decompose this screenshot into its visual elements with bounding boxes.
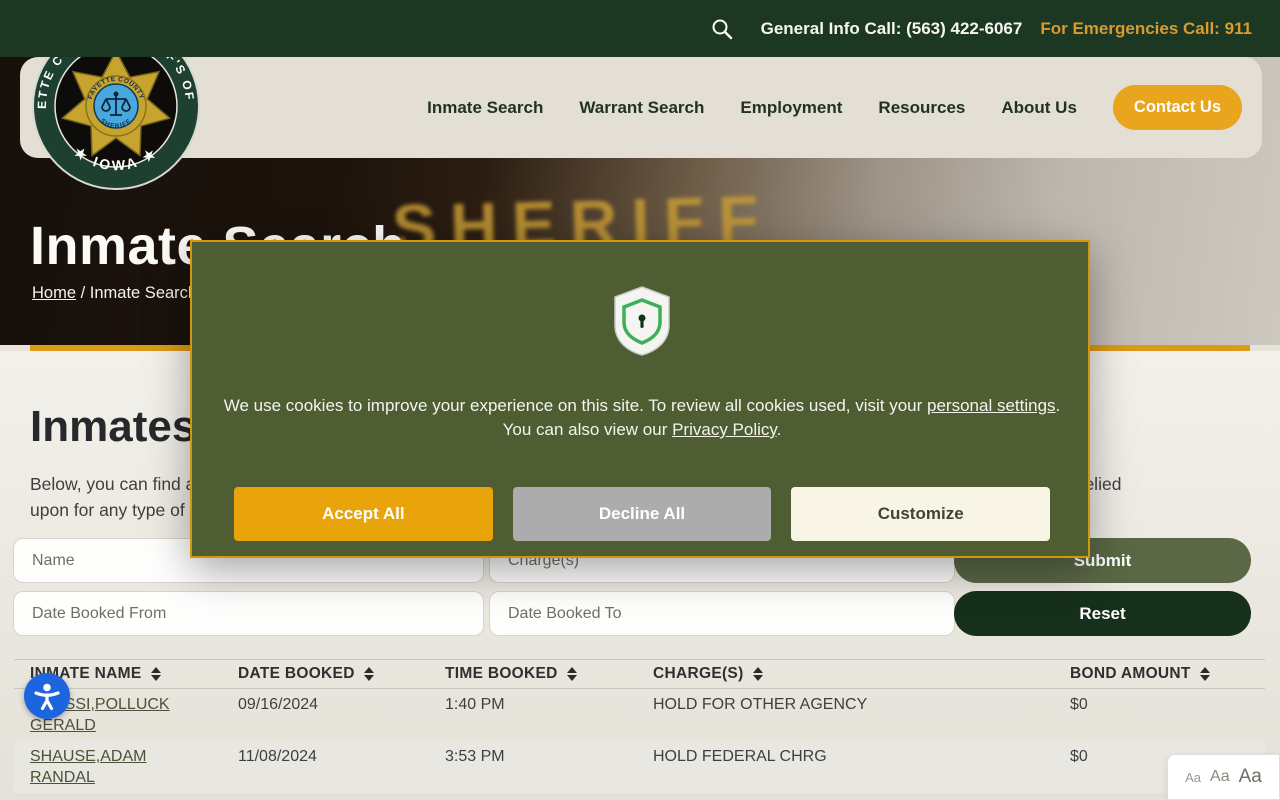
date-booked-cell: 11/08/2024 (222, 741, 429, 793)
sort-header-charges[interactable]: CHARGE(S) (653, 665, 763, 683)
time-booked-cell: 1:40 PM (429, 689, 637, 742)
decline-all-button[interactable]: Decline All (513, 487, 772, 541)
charges-cell: HOLD FOR OTHER AGENCY (637, 689, 1054, 742)
sort-icon (151, 667, 161, 681)
accessibility-widget-button[interactable] (24, 673, 70, 719)
breadcrumb: Home / Inmate Search (32, 284, 197, 303)
cookie-message: We use cookies to improve your experienc… (217, 394, 1067, 442)
font-size-widget: Aa Aa Aa (1167, 754, 1280, 800)
font-size-large-button[interactable]: Aa (1239, 766, 1262, 788)
sort-icon (1200, 667, 1210, 681)
nav-item-inmate-search[interactable]: Inmate Search (427, 98, 543, 118)
table-header-row: INMATE NAME DATE BOOKED TIME BOOKED CHAR… (14, 660, 1265, 689)
table-row: GRASSI,POLLUCK GERALD 09/16/2024 1:40 PM… (14, 689, 1265, 742)
nav-item-about-us[interactable]: About Us (1001, 98, 1077, 118)
inmates-heading: Inmates (30, 402, 196, 452)
accept-all-button[interactable]: Accept All (234, 487, 493, 541)
breadcrumb-current: Inmate Search (90, 284, 197, 302)
sort-header-bond-amount[interactable]: BOND AMOUNT (1070, 665, 1210, 683)
inmates-table: INMATE NAME DATE BOOKED TIME BOOKED CHAR… (14, 659, 1265, 800)
sort-header-time-booked[interactable]: TIME BOOKED (445, 665, 577, 683)
table-row: SHAUSE,ADAM RANDAL 11/08/2024 3:53 PM HO… (14, 741, 1265, 793)
date-booked-from-input[interactable] (13, 591, 484, 636)
breadcrumb-separator: / (76, 284, 90, 302)
charges-cell: HOLD FEDERAL CHRG (637, 741, 1054, 793)
nav-item-resources[interactable]: Resources (878, 98, 965, 118)
cookie-consent-modal: We use cookies to improve your experienc… (190, 240, 1090, 558)
sort-icon (364, 667, 374, 681)
customize-button[interactable]: Customize (791, 487, 1050, 541)
table-row: JORDAN,JOSH LEE 12/22/2024 5:42 PM POSS … (14, 793, 1265, 800)
nav-item-warrant-search[interactable]: Warrant Search (579, 98, 704, 118)
sort-icon (567, 667, 577, 681)
inmate-name-link[interactable]: SHAUSE,ADAM RANDAL (30, 748, 146, 786)
time-booked-cell: 3:53 PM (429, 741, 637, 793)
search-icon[interactable] (711, 17, 735, 41)
general-info-phone[interactable]: General Info Call: (563) 422-6067 (761, 19, 1023, 39)
main-navigation: Inmate Search Warrant Search Employment … (20, 57, 1262, 158)
date-booked-cell: 09/16/2024 (222, 689, 429, 742)
contact-us-button[interactable]: Contact Us (1113, 85, 1242, 130)
privacy-policy-link[interactable]: Privacy Policy (672, 420, 777, 439)
bond-amount-cell: $0 (1054, 689, 1265, 742)
nav-item-employment[interactable]: Employment (740, 98, 842, 118)
personal-settings-link[interactable]: personal settings (927, 396, 1056, 415)
privacy-shield-icon (609, 285, 675, 362)
time-booked-cell: 5:42 PM (429, 793, 637, 800)
breadcrumb-home-link[interactable]: Home (32, 284, 76, 302)
accessibility-person-icon (33, 682, 61, 710)
date-booked-cell: 12/22/2024 (222, 793, 429, 800)
reset-button[interactable]: Reset (954, 591, 1251, 636)
sort-icon (753, 667, 763, 681)
font-size-medium-button[interactable]: Aa (1210, 768, 1230, 786)
top-info-bar: General Info Call: (563) 422-6067 For Em… (0, 0, 1280, 57)
charges-cell: POSS CNTL SUBST-1,2,3RD (637, 793, 1054, 800)
sort-header-date-booked[interactable]: DATE BOOKED (238, 665, 374, 683)
emergency-phone: For Emergencies Call: 911 (1040, 19, 1252, 39)
cookie-buttons: Accept All Decline All Customize (234, 487, 1050, 541)
date-booked-to-input[interactable] (489, 591, 955, 636)
font-size-small-button[interactable]: Aa (1185, 770, 1201, 785)
